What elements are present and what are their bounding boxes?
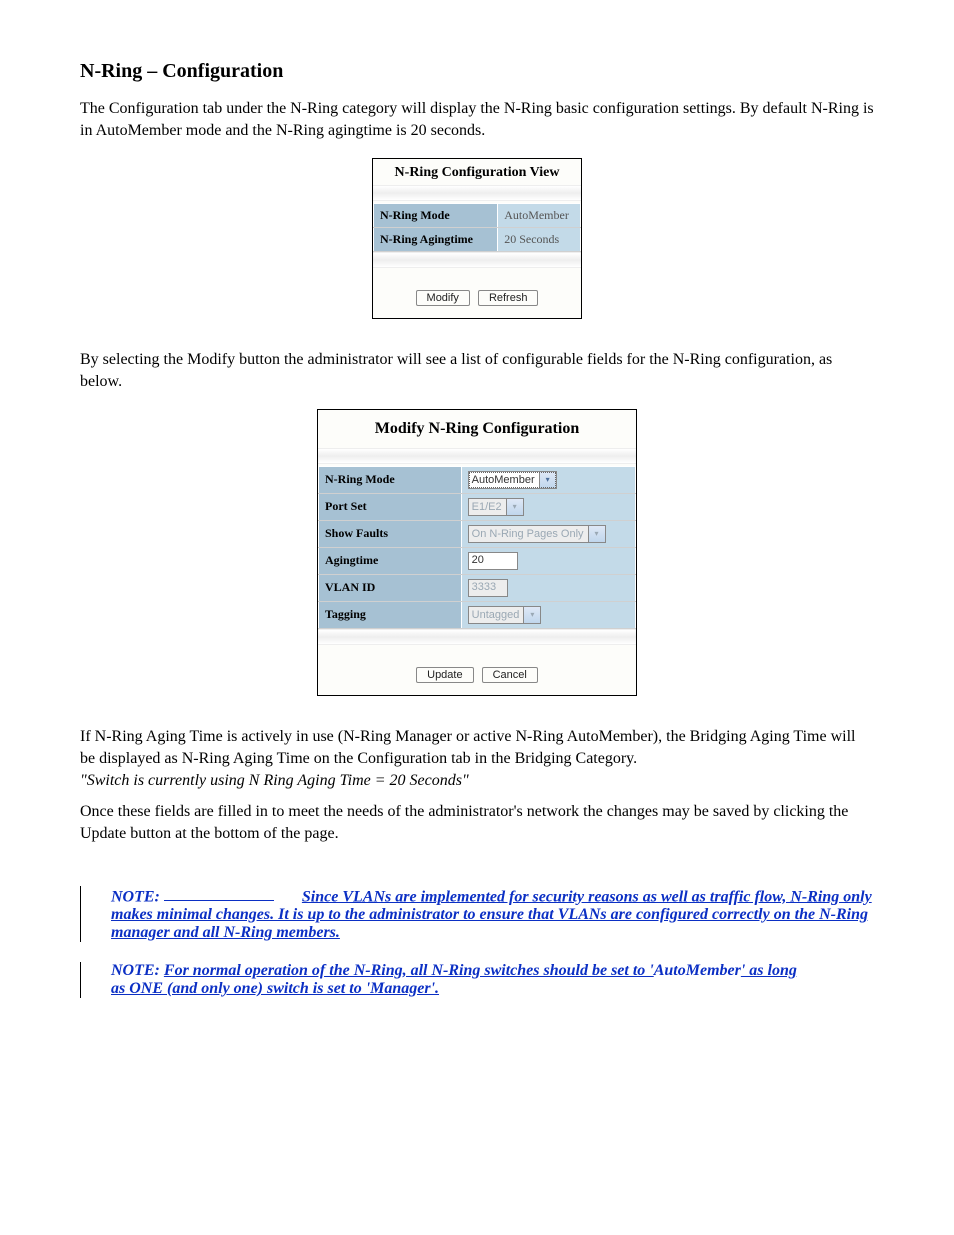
label-show-faults: Show Faults <box>319 520 462 547</box>
aging-example-quote: "Switch is currently using N Ring Aging … <box>80 772 469 789</box>
mid-paragraph: By selecting the Modify button the admin… <box>80 349 874 394</box>
chevron-down-icon: ▾ <box>588 526 605 542</box>
note2-line1: For normal operation of the N-Ring, all … <box>164 962 654 979</box>
label-nring-aging: N-Ring Agingtime <box>374 227 498 251</box>
intro-paragraph: The Configuration tab under the N-Ring c… <box>80 98 874 143</box>
nring-mode-select[interactable]: AutoMember ▾ <box>468 471 557 489</box>
table-row: N-Ring Mode AutoMember ▾ <box>319 466 636 493</box>
select-value: E1/E2 <box>472 501 502 513</box>
label-tagging: Tagging <box>319 601 462 628</box>
table-row: VLAN ID 3333 <box>319 574 636 601</box>
select-value: Untagged <box>472 609 520 621</box>
label-agingtime: Agingtime <box>319 547 462 574</box>
table-row: Agingtime 20 <box>319 547 636 574</box>
nring-config-view-panel: N-Ring Configuration View N-Ring Mode Au… <box>372 158 582 319</box>
divider <box>318 629 636 645</box>
update-button[interactable]: Update <box>416 667 473 683</box>
modify-config-table: N-Ring Mode AutoMember ▾ Port Set E1/E2 … <box>318 466 636 629</box>
show-faults-select: On N-Ring Pages Only ▾ <box>468 525 606 543</box>
modify-nring-config-panel: Modify N-Ring Configuration N-Ring Mode … <box>317 409 637 696</box>
panel1-button-row: Modify Refresh <box>373 288 581 306</box>
divider <box>318 448 636 464</box>
panel2-title: Modify N-Ring Configuration <box>318 410 636 448</box>
divider <box>373 252 581 268</box>
panel1-title: N-Ring Configuration View <box>373 159 581 185</box>
vlan-id-input: 3333 <box>468 579 508 597</box>
aging-paragraph: If N-Ring Aging Time is actively in use … <box>80 726 874 793</box>
note2-line1-after: ' as long <box>741 962 797 979</box>
table-row: Port Set E1/E2 ▾ <box>319 493 636 520</box>
page-heading: N-Ring – Configuration <box>80 60 874 83</box>
table-row: N-Ring Agingtime 20 Seconds <box>374 227 581 251</box>
note-2: NOTE: For normal operation of the N-Ring… <box>80 962 874 998</box>
table-row: Show Faults On N-Ring Pages Only ▾ <box>319 520 636 547</box>
note2-bold-word: AutoMember <box>654 962 741 979</box>
modify-button[interactable]: Modify <box>416 290 470 306</box>
config-view-table: N-Ring Mode AutoMember N-Ring Agingtime … <box>373 203 581 252</box>
label-nring-mode: N-Ring Mode <box>374 203 498 227</box>
note2-line2: as ONE (and only one) switch is set to '… <box>111 980 439 997</box>
blank-underline-1a <box>164 886 274 901</box>
select-value: AutoMember <box>472 474 535 486</box>
select-value: On N-Ring Pages Only <box>472 528 584 540</box>
table-row: Tagging Untagged ▾ <box>319 601 636 628</box>
save-paragraph: Once these fields are filled in to meet … <box>80 801 874 846</box>
note-prefix: NOTE: <box>111 962 160 979</box>
value-nring-mode: AutoMember <box>498 203 581 227</box>
chevron-down-icon: ▾ <box>523 607 540 623</box>
note-prefix: NOTE: <box>111 888 160 905</box>
note-1: NOTE: Since VLANs are implemented for se… <box>80 886 874 942</box>
label-port-set: Port Set <box>319 493 462 520</box>
panel2-button-row: Update Cancel <box>318 665 636 683</box>
tagging-select: Untagged ▾ <box>468 606 542 624</box>
cancel-button[interactable]: Cancel <box>482 667 538 683</box>
port-set-select: E1/E2 ▾ <box>468 498 524 516</box>
agingtime-input[interactable]: 20 <box>468 552 518 570</box>
refresh-button[interactable]: Refresh <box>478 290 539 306</box>
table-row: N-Ring Mode AutoMember <box>374 203 581 227</box>
aging-paragraph-text: If N-Ring Aging Time is actively in use … <box>80 728 856 767</box>
label-nring-mode: N-Ring Mode <box>319 466 462 493</box>
chevron-down-icon: ▾ <box>506 499 523 515</box>
chevron-down-icon: ▾ <box>539 472 556 488</box>
value-nring-aging: 20 Seconds <box>498 227 581 251</box>
label-vlan-id: VLAN ID <box>319 574 462 601</box>
divider <box>373 185 581 201</box>
